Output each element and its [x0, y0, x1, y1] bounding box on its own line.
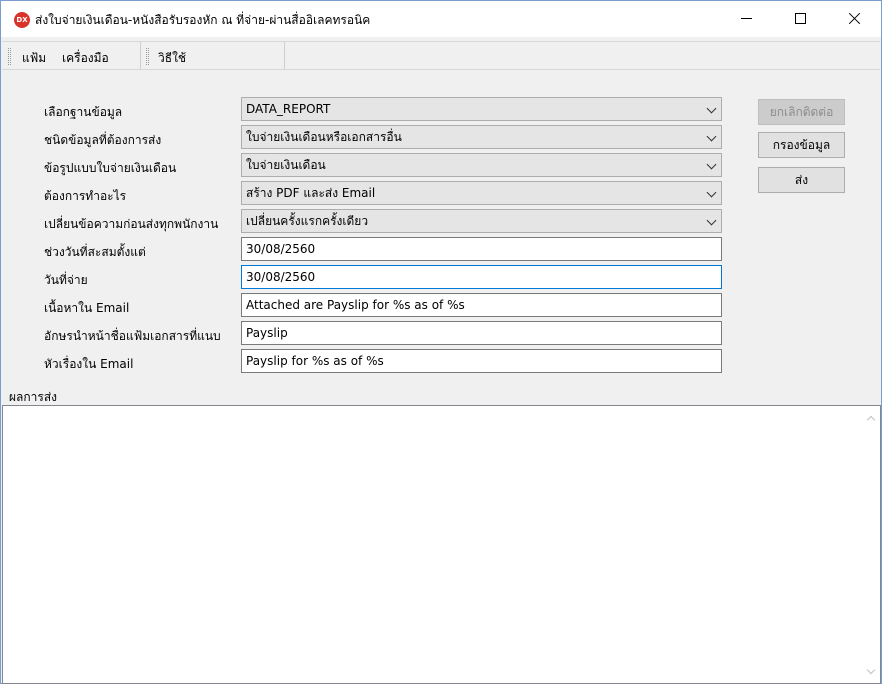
email-body-input[interactable] — [241, 293, 722, 317]
pay-date-label: วันที่จ่าย — [44, 273, 88, 287]
email-body-label: เนื้อหาใน Email — [44, 301, 130, 315]
database-select-value: DATA_REPORT — [246, 102, 331, 116]
close-button[interactable] — [831, 1, 877, 35]
app-logo-icon: DX — [14, 12, 30, 28]
maximize-icon — [794, 12, 806, 24]
data-type-label: ชนิดข้อมูลที่ต้องการส่ง — [44, 133, 162, 147]
chevron-down-icon — [706, 215, 717, 226]
chevron-down-icon — [706, 103, 717, 114]
scroll-down-icon[interactable] — [866, 665, 876, 675]
change-message-select-value: เปลี่ยนครั้งแรกครั้งเดียว — [246, 214, 369, 228]
change-message-label: เปลี่ยนข้อความก่อนส่งทุกพนักงาน — [44, 217, 219, 231]
menu-bar: แฟ้ม เครื่องมือ วิธีใช้ — [2, 41, 880, 70]
data-type-select[interactable]: ใบจ่ายเงินเดือนหรือเอกสารอื่น — [241, 125, 722, 149]
main-window: DX ส่งใบจ่ายเงินเดือน-หนังสือรับรองหัก ณ… — [0, 0, 882, 684]
payslip-format-select-value: ใบจ่ายเงินเดือน — [246, 158, 326, 172]
start-date-label: ช่วงวันที่สะสมตั้งแต่ — [44, 245, 146, 259]
pay-date-input[interactable] — [241, 265, 722, 289]
cancel-connection-button[interactable]: ยกเลิกติดต่อ — [758, 99, 845, 125]
menu-file[interactable]: แฟ้ม — [22, 49, 46, 68]
menu-help[interactable]: วิธีใช้ — [158, 49, 186, 68]
action-label: ต้องการทำอะไร — [44, 189, 127, 203]
chevron-down-icon — [706, 131, 717, 142]
action-select[interactable]: สร้าง PDF และส่ง Email — [241, 181, 722, 205]
toolbar-grip-handle[interactable] — [146, 48, 149, 65]
minimize-button[interactable] — [723, 1, 769, 35]
attachment-prefix-input[interactable] — [241, 321, 722, 345]
vertical-scrollbar[interactable] — [863, 406, 880, 683]
data-type-select-value: ใบจ่ายเงินเดือนหรือเอกสารอื่น — [246, 130, 402, 144]
email-subject-input[interactable] — [241, 349, 722, 373]
close-icon — [848, 12, 861, 25]
chevron-down-icon — [706, 159, 717, 170]
chevron-down-icon — [706, 187, 717, 198]
send-button[interactable]: ส่ง — [758, 167, 845, 193]
database-label: เลือกฐานข้อมูล — [44, 105, 123, 119]
start-date-input[interactable] — [241, 237, 722, 261]
maximize-button[interactable] — [777, 1, 823, 35]
change-message-select[interactable]: เปลี่ยนครั้งแรกครั้งเดียว — [241, 209, 722, 233]
menu-separator — [284, 42, 285, 70]
attachment-prefix-label: อักษรนำหน้าชื่อแฟ้มเอกสารที่แนบ — [44, 329, 221, 343]
toolbar-grip-handle[interactable] — [8, 48, 11, 65]
filter-data-button[interactable]: กรองข้อมูล — [758, 132, 845, 158]
menu-tools[interactable]: เครื่องมือ — [62, 49, 109, 68]
email-subject-label: หัวเรื่องใน Email — [44, 357, 134, 371]
minimize-icon — [740, 17, 752, 19]
scroll-up-icon[interactable] — [866, 415, 876, 425]
action-select-value: สร้าง PDF และส่ง Email — [246, 186, 376, 200]
database-select[interactable]: DATA_REPORT — [241, 97, 722, 121]
window-title: ส่งใบจ่ายเงินเดือน-หนังสือรับรองหัก ณ ที… — [35, 13, 371, 27]
payslip-format-select[interactable]: ใบจ่ายเงินเดือน — [241, 153, 722, 177]
menu-separator — [140, 42, 141, 70]
title-bar[interactable]: DX ส่งใบจ่ายเงินเดือน-หนังสือรับรองหัก ณ… — [1, 1, 881, 37]
payslip-format-label: ข้อรูปแบบใบจ่ายเงินเดือน — [44, 161, 177, 175]
result-textarea[interactable] — [2, 405, 881, 684]
